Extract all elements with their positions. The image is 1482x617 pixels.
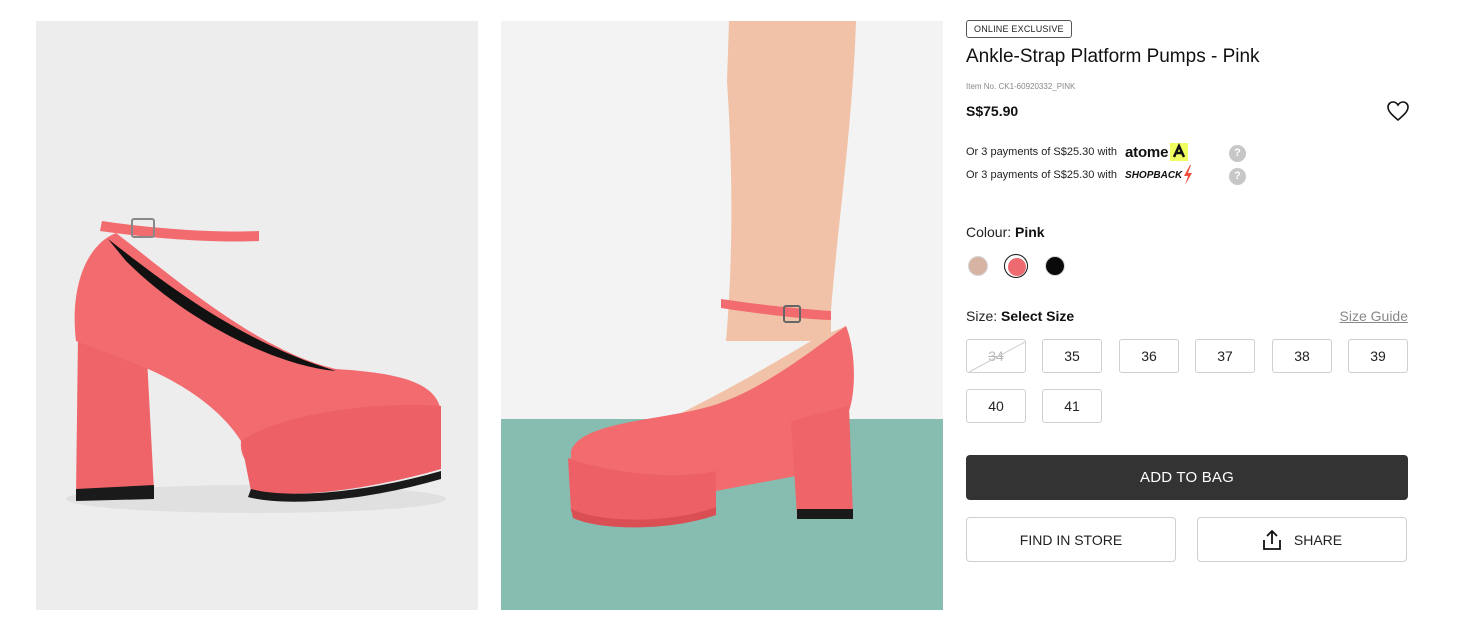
shoe-side-illustration (66, 218, 446, 513)
unavailable-strike-icon (968, 341, 1026, 373)
item-number: Item No. CK1-60920332_PINK (966, 82, 1076, 91)
shopback-logo-text: SHOPBACK (1125, 169, 1183, 181)
question-circle-icon[interactable]: ? (1229, 145, 1246, 162)
size-option-38[interactable]: 38 (1272, 339, 1332, 373)
upload-share-icon (1262, 529, 1282, 551)
colour-label-text: Colour: (966, 224, 1012, 240)
size-option-37[interactable]: 37 (1195, 339, 1255, 373)
size-selected-value: Select Size (1001, 308, 1075, 324)
size-option-35[interactable]: 35 (1042, 339, 1102, 373)
question-circle-icon[interactable]: ? (1229, 168, 1246, 185)
share-button[interactable]: SHARE (1197, 517, 1407, 562)
shopback-logo[interactable]: SHOPBACK (1125, 164, 1194, 186)
swatch-dot (1008, 258, 1026, 276)
size-option-41[interactable]: 41 (1042, 389, 1102, 423)
shopback-bolt-icon (1184, 165, 1193, 185)
colour-swatch-pink[interactable] (1004, 254, 1028, 278)
atome-logo[interactable]: atome (1125, 142, 1189, 161)
colour-selected-value: Pink (1015, 224, 1045, 240)
atome-payment-row: Or 3 payments of S$25.30 with atome (966, 142, 1189, 162)
shopback-payment-row: Or 3 payments of S$25.30 with SHOPBACK (966, 165, 1194, 185)
find-in-store-label: FIND IN STORE (1019, 531, 1123, 548)
atome-logo-text: atome (1125, 143, 1169, 161)
size-label-text: Size: (966, 308, 998, 324)
swatch-dot (968, 256, 988, 276)
share-label: SHARE (1293, 531, 1343, 548)
atome-payment-text: Or 3 payments of S$25.30 with (966, 146, 1118, 158)
size-option-39[interactable]: 39 (1348, 339, 1408, 373)
size-option-34[interactable]: 34 (966, 339, 1026, 373)
find-in-store-button[interactable]: FIND IN STORE (966, 517, 1176, 562)
heart-outline-icon[interactable] (1386, 100, 1410, 122)
size-option-36[interactable]: 36 (1119, 339, 1179, 373)
swatch-dot (1045, 256, 1065, 276)
add-to-bag-button[interactable]: ADD TO BAG (966, 455, 1408, 500)
colour-label: Colour: Pink (966, 224, 1045, 240)
product-title: Ankle-Strap Platform Pumps - Pink (966, 46, 1260, 67)
online-exclusive-badge: ONLINE EXCLUSIVE (966, 20, 1072, 38)
size-guide-link[interactable]: Size Guide (1340, 308, 1408, 324)
shopback-payment-text: Or 3 payments of S$25.30 with (966, 169, 1118, 181)
shoe-worn-illustration (501, 21, 943, 610)
product-image-side[interactable] (36, 21, 478, 610)
product-image-worn[interactable] (501, 21, 943, 610)
atome-logo-mark (1170, 142, 1189, 161)
colour-swatch-nude[interactable] (966, 254, 990, 278)
colour-swatch-black[interactable] (1043, 254, 1067, 278)
size-option-40[interactable]: 40 (966, 389, 1026, 423)
size-label: Size: Select Size (966, 308, 1074, 324)
product-price: S$75.90 (966, 103, 1019, 119)
